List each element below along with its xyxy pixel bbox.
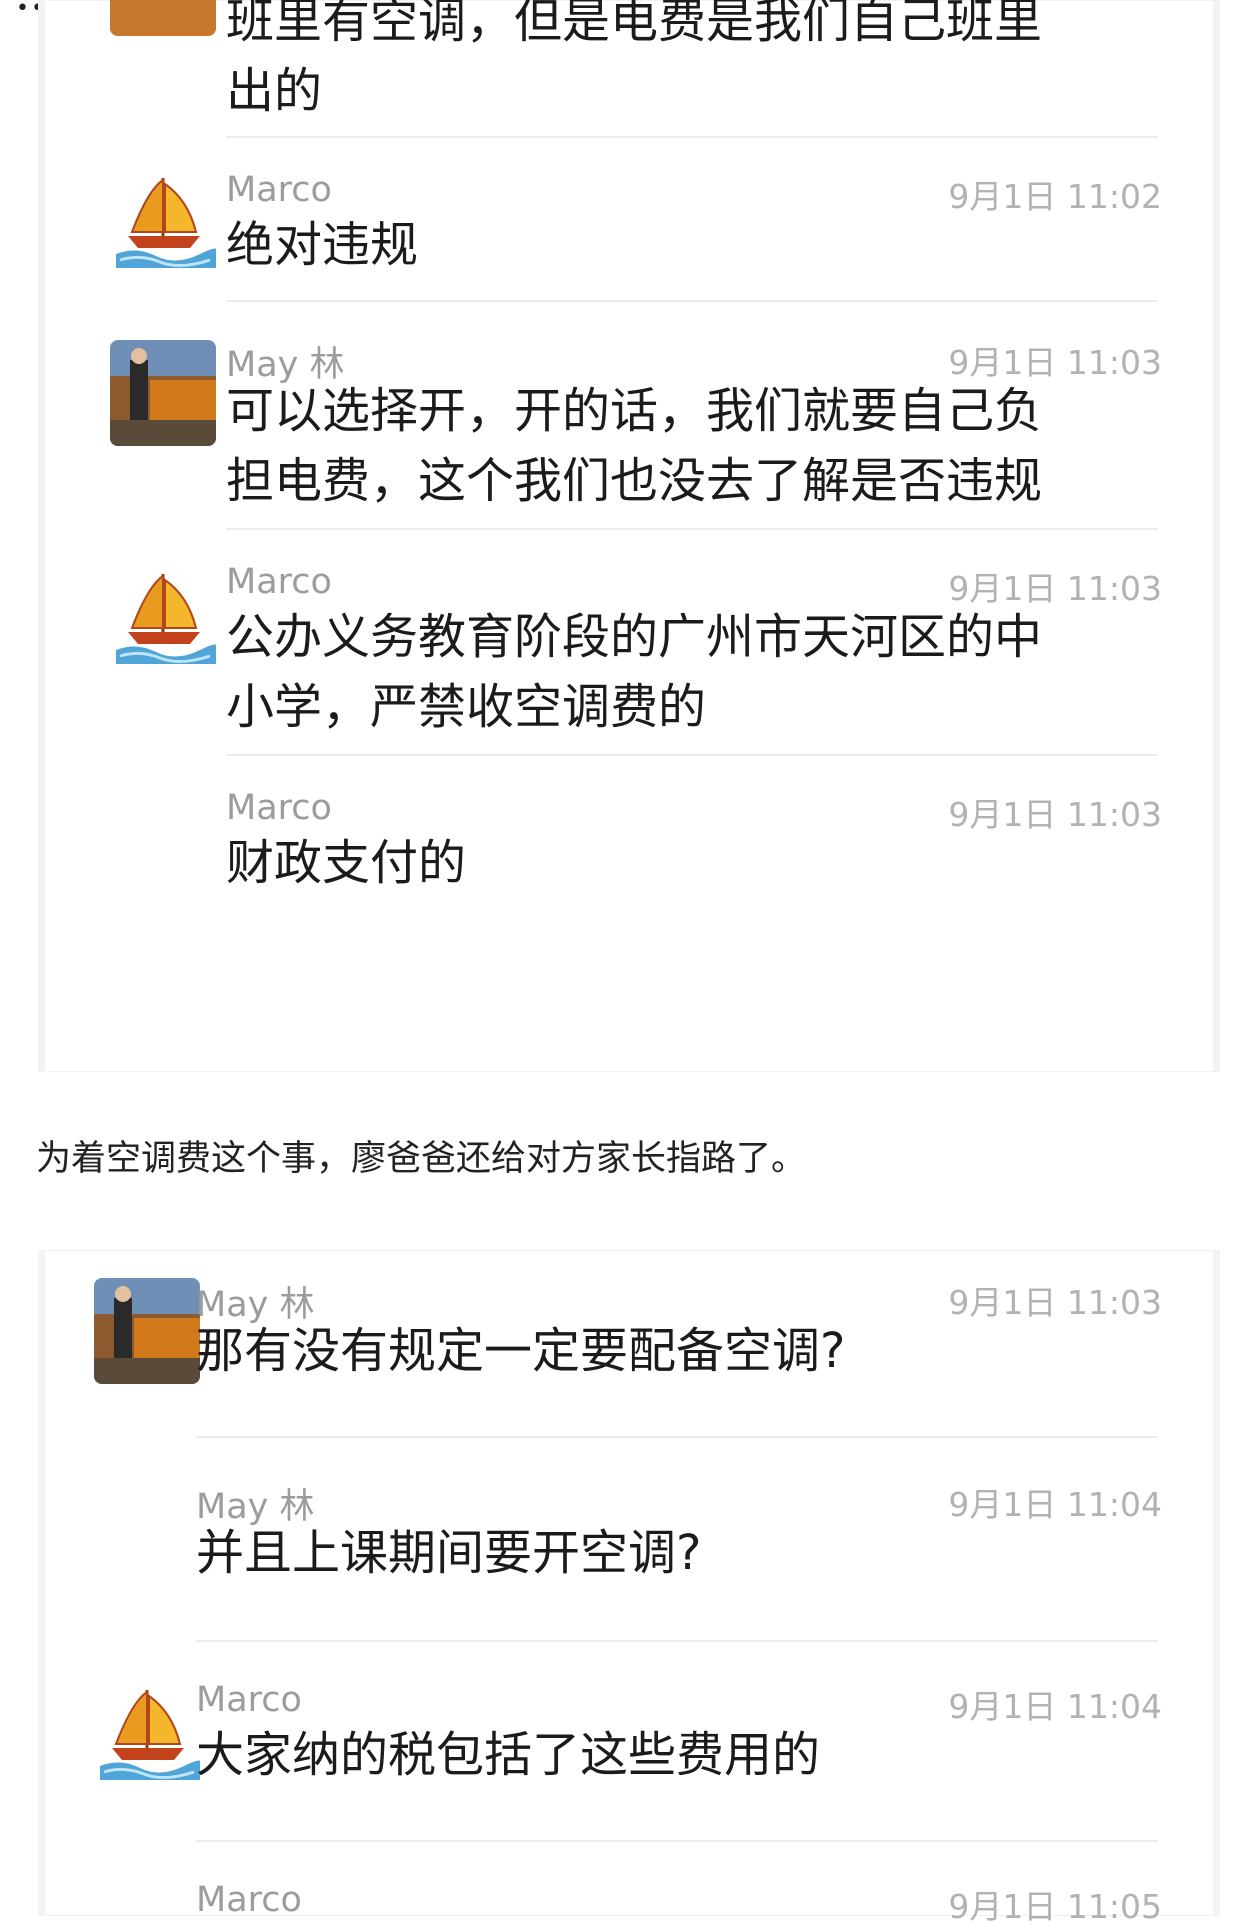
- message-text: 绝对违规: [226, 217, 419, 273]
- chat-panel-2[interactable]: May 林 9月1日 11:03 那有没有规定一定要配备空调? May 林 9月…: [38, 1250, 1220, 1926]
- divider: [196, 1840, 1158, 1842]
- avatar-partial: [110, 0, 216, 36]
- divider: [226, 300, 1158, 302]
- sailboat-icon[interactable]: [110, 566, 216, 672]
- sender-name: Marco: [226, 562, 332, 602]
- message-text: 班里有空调，但是电费是我们自己班里 出的: [226, 0, 1043, 119]
- divider: [226, 136, 1158, 138]
- sender-name: Marco: [196, 1880, 302, 1920]
- message-text: 大家纳的税包括了这些费用的: [196, 1727, 821, 1783]
- divider: [196, 1436, 1158, 1438]
- photo-avatar[interactable]: [94, 1278, 200, 1384]
- sailboat-icon[interactable]: [94, 1682, 200, 1788]
- message-time: 9月1日 11:05: [948, 1887, 1162, 1926]
- message-text: 可以选择开，开的话，我们就要自己负 担电费，这个我们也没去了解是否违规: [226, 383, 1043, 509]
- divider: [196, 1640, 1158, 1642]
- chat-panel-1[interactable]: 班里有空调，但是电费是我们自己班里 出的 Marco 9月1日 11:02 绝对…: [38, 0, 1220, 1072]
- sender-name: Marco: [226, 170, 332, 210]
- photo-avatar[interactable]: [110, 340, 216, 446]
- message-text: 那有没有规定一定要配备空调?: [196, 1323, 846, 1379]
- message-text: 公办义务教育阶段的广州市天河区的中 小学，严禁收空调费的: [226, 609, 1043, 735]
- caption-text: 为着空调费这个事，廖爸爸还给对方家长指路了。: [36, 1139, 807, 1179]
- sailboat-icon[interactable]: [110, 170, 216, 276]
- divider: [226, 528, 1158, 530]
- sender-name: Marco: [226, 788, 332, 828]
- sender-name: Marco: [196, 1680, 302, 1720]
- divider: [226, 754, 1158, 756]
- message-text: 并且上课期间要开空调?: [196, 1525, 702, 1581]
- message-text: 财政支付的: [226, 835, 467, 891]
